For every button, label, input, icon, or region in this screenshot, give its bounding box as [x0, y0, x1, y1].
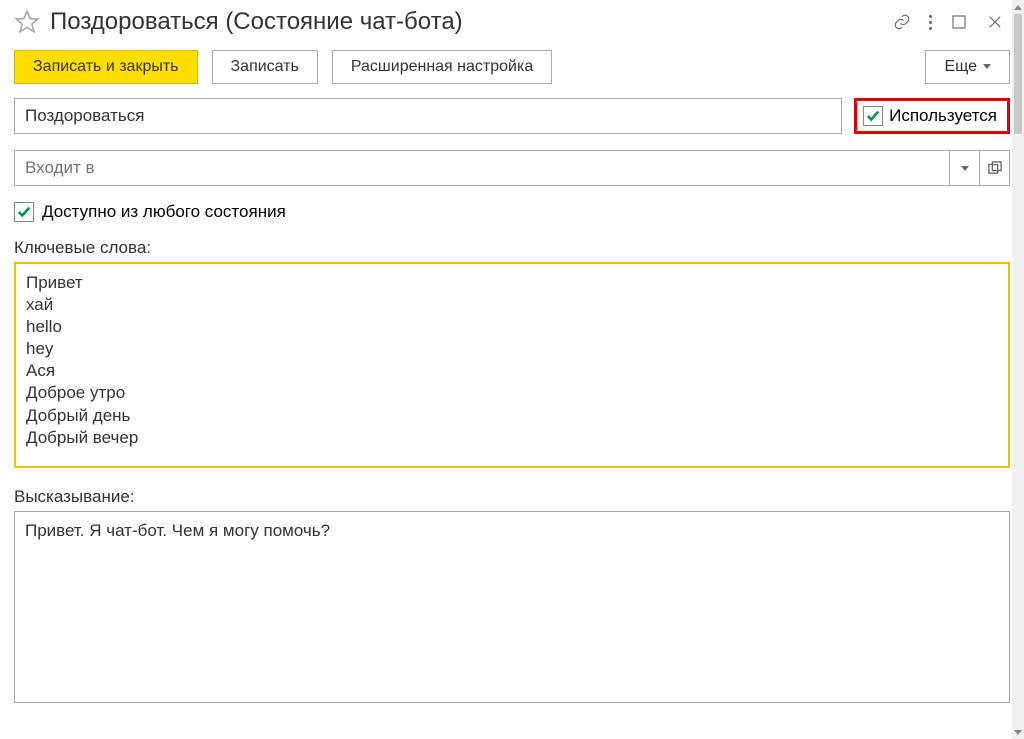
used-label: Используется [889, 106, 997, 126]
belongs-open-button[interactable] [980, 150, 1010, 186]
save-button[interactable]: Записать [212, 50, 318, 84]
name-input[interactable] [14, 98, 842, 134]
any-state-checkbox[interactable] [14, 202, 34, 222]
maximize-icon[interactable] [950, 13, 968, 31]
any-state-label: Доступно из любого состояния [42, 202, 286, 222]
save-and-close-button[interactable]: Записать и закрыть [14, 50, 198, 84]
kebab-menu-icon[interactable] [929, 15, 932, 30]
utterance-textarea[interactable] [14, 511, 1010, 703]
belongs-dropdown-button[interactable] [950, 150, 980, 186]
vertical-scrollbar[interactable] [1012, 0, 1024, 739]
keywords-textarea[interactable] [14, 262, 1010, 468]
scroll-down-button[interactable] [1012, 725, 1024, 739]
link-icon[interactable] [893, 13, 911, 31]
utterance-label: Высказывание: [14, 487, 1010, 507]
more-button[interactable]: Еще [925, 50, 1010, 84]
close-icon[interactable] [986, 13, 1004, 31]
used-checkbox[interactable] [863, 106, 883, 126]
used-checkbox-highlight: Используется [854, 98, 1010, 134]
belongs-to-input[interactable] [14, 150, 950, 186]
advanced-settings-button[interactable]: Расширенная настройка [332, 50, 552, 84]
page-title: Поздороваться (Состояние чат-бота) [50, 8, 883, 36]
keywords-label: Ключевые слова: [14, 238, 1010, 258]
scroll-thumb[interactable] [1014, 14, 1022, 134]
scroll-up-button[interactable] [1012, 0, 1024, 14]
favorite-star-icon[interactable] [14, 9, 40, 35]
